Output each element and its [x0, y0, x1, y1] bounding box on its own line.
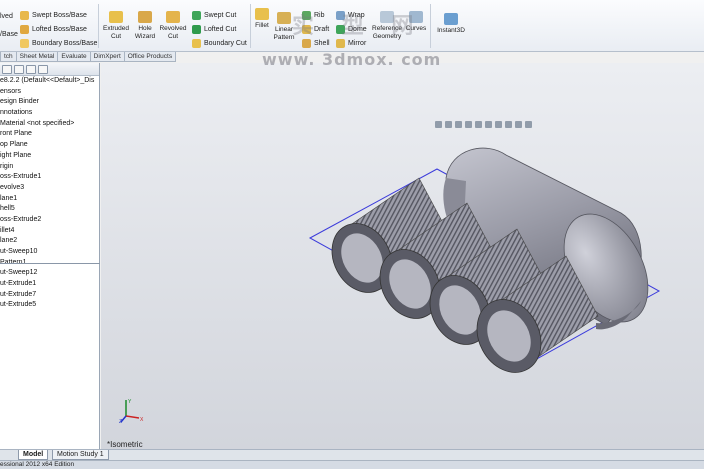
previous-view-icon[interactable]: [455, 121, 462, 128]
revolved-boss-label-partial-2[interactable]: /Base: [0, 31, 18, 38]
tree-item[interactable]: evolve3: [0, 183, 99, 194]
dimxpert-manager-icon[interactable]: [38, 65, 48, 74]
mirror-button[interactable]: Mirror: [336, 39, 366, 48]
tree-item[interactable]: ut-Extrude5: [0, 300, 99, 311]
lofted-cut-icon: [192, 25, 201, 34]
configuration-manager-icon[interactable]: [26, 65, 36, 74]
tab-evaluate[interactable]: Evaluate: [57, 52, 91, 62]
ribbon-separator: [250, 4, 251, 48]
tree-item[interactable]: ut-Sweep10: [0, 247, 99, 258]
swept-cut-button[interactable]: Swept Cut: [192, 11, 236, 20]
display-style-icon[interactable]: [485, 121, 492, 128]
command-manager-tabs: tch Sheet Metal Evaluate DimXpert Office…: [0, 52, 177, 62]
tree-item[interactable]: ight Plane: [0, 151, 99, 162]
triad-z-label: Z: [119, 419, 122, 424]
ribbon-separator: [98, 4, 99, 48]
tree-item[interactable]: lane2: [0, 236, 99, 247]
tree-item[interactable]: rigin: [0, 162, 99, 173]
extruded-cut-button[interactable]: Extruded Cut: [102, 11, 130, 41]
mirror-icon: [336, 39, 345, 48]
ribbon-separator: [430, 4, 431, 48]
shell-button[interactable]: Shell: [302, 39, 330, 48]
tree-item[interactable]: oss-Extrude1: [0, 172, 99, 183]
feature-manager-toolbar: [0, 63, 99, 76]
tree-item[interactable]: nnotations: [0, 108, 99, 119]
heads-up-view-toolbar: [435, 121, 532, 128]
graphics-area[interactable]: Y X Z *Isometric: [101, 63, 704, 449]
triad-y-label: Y: [128, 399, 132, 405]
tree-item[interactable]: hell5: [0, 204, 99, 215]
feature-manager-panel: e8.2.2 (Default<<Default>_Dis ensors esi…: [0, 63, 100, 449]
model-motion-tabs: Model Motion Study 1: [0, 449, 704, 460]
tab-sketch[interactable]: tch: [0, 52, 17, 62]
tree-item[interactable]: e8.2.2 (Default<<Default>_Dis: [0, 76, 99, 87]
lofted-boss-icon: [20, 25, 29, 34]
boundary-cut-icon: [192, 39, 201, 48]
reference-triad: Y X Z: [119, 399, 144, 424]
extruded-cut-icon: [109, 11, 123, 23]
tree-item[interactable]: illet4: [0, 226, 99, 237]
boundary-boss-base-button[interactable]: Boundary Boss/Base: [20, 39, 97, 48]
view-settings-icon[interactable]: [525, 121, 532, 128]
revolved-cut-button[interactable]: Revolved Cut: [158, 11, 188, 41]
part-model[interactable]: [101, 63, 704, 449]
instant3d-button[interactable]: Instant3D: [434, 13, 468, 35]
feature-manager-tree-icon[interactable]: [2, 65, 12, 74]
instant3d-icon: [444, 13, 458, 25]
zoom-to-fit-icon[interactable]: [435, 121, 442, 128]
zoom-to-area-icon[interactable]: [445, 121, 452, 128]
view-orientation-icon[interactable]: [475, 121, 482, 128]
lofted-boss-base-button[interactable]: Lofted Boss/Base: [20, 25, 87, 34]
tree-item[interactable]: ront Plane: [0, 129, 99, 140]
tree-item[interactable]: Material <not specified>: [0, 119, 99, 130]
swept-boss-icon: [20, 11, 29, 20]
fillet-button[interactable]: Fillet: [253, 8, 271, 30]
linear-pattern-icon: [277, 12, 291, 24]
edit-appearance-icon[interactable]: [505, 121, 512, 128]
triad-x-label: X: [140, 417, 144, 423]
hide-show-items-icon[interactable]: [495, 121, 502, 128]
hole-wizard-button[interactable]: Hole Wizard: [132, 11, 158, 41]
tab-motion-study-1[interactable]: Motion Study 1: [52, 450, 109, 460]
tree-item[interactable]: ut-Extrude7: [0, 290, 99, 301]
status-bar: essional 2012 x64 Edition: [0, 460, 704, 469]
lofted-cut-button[interactable]: Lofted Cut: [192, 25, 236, 34]
boundary-cut-button[interactable]: Boundary Cut: [192, 39, 247, 48]
tree-item[interactable]: oss-Extrude2: [0, 215, 99, 226]
tree-item[interactable]: esign Binder: [0, 97, 99, 108]
apply-scene-icon[interactable]: [515, 121, 522, 128]
tree-item[interactable]: ensors: [0, 87, 99, 98]
tree-item[interactable]: lane1: [0, 194, 99, 205]
revolved-cut-icon: [166, 11, 180, 23]
boundary-boss-icon: [20, 39, 29, 48]
revolved-boss-label-partial[interactable]: lved: [0, 13, 13, 20]
tree-item[interactable]: ut-Sweep12: [0, 268, 99, 279]
tab-dimxpert[interactable]: DimXpert: [89, 52, 125, 62]
status-text: essional 2012 x64 Edition: [0, 461, 75, 468]
tab-model[interactable]: Model: [18, 450, 49, 460]
feature-tree: e8.2.2 (Default<<Default>_Dis ensors esi…: [0, 76, 99, 311]
tab-sheet-metal[interactable]: Sheet Metal: [15, 52, 59, 62]
fillet-icon: [255, 8, 269, 20]
watermark-url: www. 3dmox. com: [262, 50, 442, 69]
tab-office-products[interactable]: Office Products: [123, 52, 177, 62]
watermark-chinese: 实 型 网: [292, 14, 424, 39]
tree-item[interactable]: op Plane: [0, 140, 99, 151]
swept-cut-icon: [192, 11, 201, 20]
feature-tree-bottom-border: [0, 263, 100, 264]
view-orientation-label: *Isometric: [107, 440, 143, 449]
swept-boss-base-button[interactable]: Swept Boss/Base: [20, 11, 87, 20]
shell-icon: [302, 39, 311, 48]
tree-item[interactable]: ut-Extrude1: [0, 279, 99, 290]
section-view-icon[interactable]: [465, 121, 472, 128]
hole-wizard-icon: [138, 11, 152, 23]
property-manager-icon[interactable]: [14, 65, 24, 74]
